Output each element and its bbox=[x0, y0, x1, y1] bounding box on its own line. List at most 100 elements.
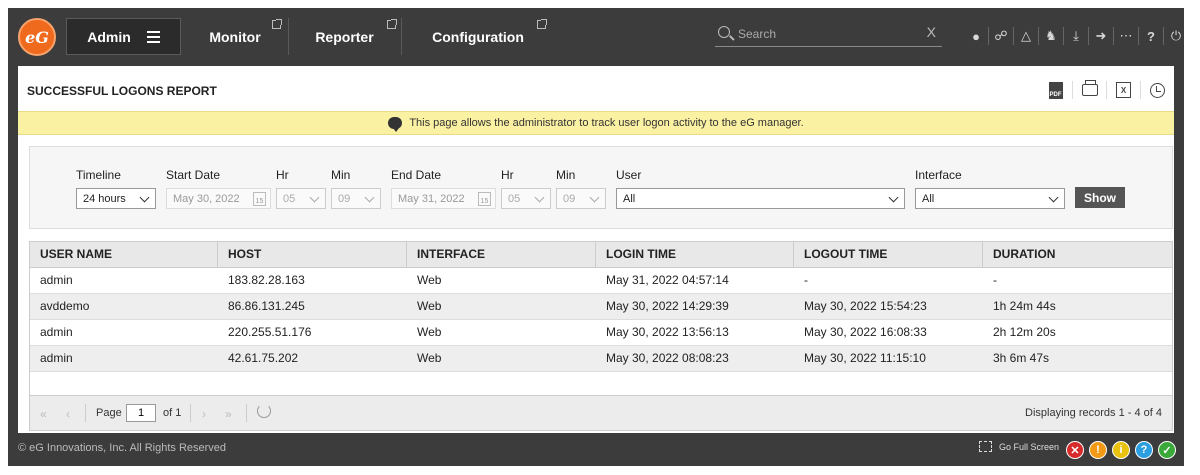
column-header-login-time[interactable]: LOGIN TIME bbox=[596, 242, 794, 267]
chevron-down-icon bbox=[364, 192, 375, 203]
end-min-select[interactable]: 09 bbox=[556, 188, 606, 209]
pdf-button[interactable]: PDF bbox=[1039, 78, 1072, 102]
search-input[interactable] bbox=[738, 26, 908, 42]
end-hr-label: Hr bbox=[501, 168, 514, 182]
end-hr-value: 05 bbox=[508, 192, 521, 205]
user-icon[interactable]: ● bbox=[964, 26, 988, 46]
link-icon[interactable]: ☍ bbox=[989, 26, 1013, 46]
major-alarm-icon[interactable]: ! bbox=[1089, 441, 1107, 459]
table-row[interactable]: admin 220.255.51.176 Web May 30, 2022 13… bbox=[30, 320, 1172, 346]
user-value: All bbox=[623, 192, 636, 205]
user-select[interactable]: All bbox=[616, 188, 905, 209]
start-date-field[interactable]: May 30, 2022 15 bbox=[166, 188, 271, 209]
records-count: Displaying records 1 - 4 of 4 bbox=[1025, 407, 1162, 419]
column-header-interface[interactable]: INTERFACE bbox=[407, 242, 596, 267]
nav-tab-monitor-label: Monitor bbox=[209, 28, 261, 45]
excel-icon: X bbox=[1116, 82, 1131, 98]
external-link-icon bbox=[387, 19, 397, 29]
search-box: X bbox=[715, 23, 942, 47]
cell-logout-time: May 30, 2022 11:15:10 bbox=[804, 351, 926, 365]
nav-tab-configuration[interactable]: Configuration bbox=[403, 18, 553, 55]
cell-interface: Web bbox=[417, 351, 442, 365]
calendar-icon[interactable]: 15 bbox=[478, 192, 491, 206]
cell-duration: 3h 6m 47s bbox=[993, 351, 1050, 365]
unknown-state-icon[interactable]: ? bbox=[1135, 441, 1153, 459]
column-header-duration[interactable]: DURATION bbox=[983, 242, 1172, 267]
nav-tab-reporter[interactable]: Reporter bbox=[290, 18, 399, 55]
cell-user-name: avddemo bbox=[40, 299, 90, 313]
column-header-logout-time[interactable]: LOGOUT TIME bbox=[794, 242, 983, 267]
cell-duration: - bbox=[993, 273, 997, 287]
search-icon[interactable] bbox=[718, 26, 730, 38]
critical-alarm-icon[interactable]: ✕ bbox=[1066, 441, 1084, 459]
interface-label: Interface bbox=[915, 168, 962, 182]
start-date-label: Start Date bbox=[166, 168, 221, 182]
end-hr-select[interactable]: 05 bbox=[501, 188, 551, 209]
cell-interface: Web bbox=[417, 273, 442, 287]
refresh-icon[interactable] bbox=[257, 404, 271, 418]
login-icon[interactable]: ➜ bbox=[1089, 26, 1113, 46]
last-page-icon[interactable]: » bbox=[225, 407, 232, 421]
column-header-user-name[interactable]: USER NAME bbox=[30, 242, 218, 267]
calendar-icon[interactable]: 15 bbox=[253, 192, 266, 206]
notice-text: This page allows the administrator to tr… bbox=[409, 117, 804, 129]
first-page-icon[interactable]: « bbox=[40, 407, 47, 421]
footer-bar: © eG Innovations, Inc. All Rights Reserv… bbox=[8, 435, 1184, 466]
interface-select[interactable]: All bbox=[915, 188, 1065, 209]
alarm-button[interactable] bbox=[1141, 78, 1174, 102]
print-icon bbox=[1081, 80, 1098, 96]
help-icon[interactable]: ? bbox=[1139, 26, 1163, 46]
normal-state-icon[interactable]: ✓ bbox=[1158, 441, 1176, 459]
power-icon[interactable]: ⏻ bbox=[1164, 26, 1188, 46]
download-icon[interactable]: ⤓ bbox=[1064, 26, 1088, 46]
nav-tab-admin-label: Admin bbox=[87, 28, 131, 45]
report-panel: SUCCESSFUL LOGONS REPORT PDF X This page… bbox=[18, 66, 1174, 433]
interface-value: All bbox=[922, 192, 935, 205]
nav-tab-admin[interactable]: Admin bbox=[66, 18, 181, 55]
end-min-label: Min bbox=[556, 168, 576, 182]
page-label: Page bbox=[96, 407, 122, 419]
end-min-value: 09 bbox=[563, 192, 576, 205]
start-hr-label: Hr bbox=[276, 168, 289, 182]
print-button[interactable] bbox=[1073, 78, 1106, 102]
fullscreen-icon bbox=[979, 441, 992, 452]
page-number-input[interactable] bbox=[126, 404, 156, 422]
more-icon[interactable]: ⋯ bbox=[1114, 26, 1138, 46]
end-date-value: May 31, 2022 bbox=[398, 192, 465, 205]
cell-logout-time: May 30, 2022 16:08:33 bbox=[804, 325, 927, 339]
timeline-select[interactable]: 24 hours bbox=[76, 188, 156, 209]
filter-panel: Timeline 24 hours Start Date May 30, 202… bbox=[29, 146, 1173, 229]
table-row[interactable]: admin 183.82.28.163 Web May 31, 2022 04:… bbox=[30, 268, 1172, 294]
start-min-select[interactable]: 09 bbox=[331, 188, 381, 209]
table-row[interactable]: admin 42.61.75.202 Web May 30, 2022 08:0… bbox=[30, 346, 1172, 372]
cell-host: 86.86.131.245 bbox=[228, 299, 305, 313]
cell-logout-time: - bbox=[804, 273, 808, 287]
minor-alarm-icon[interactable]: i bbox=[1112, 441, 1130, 459]
cell-host: 220.255.51.176 bbox=[228, 325, 312, 339]
excel-button[interactable]: X bbox=[1107, 78, 1140, 102]
table-row[interactable]: avddemo 86.86.131.245 Web May 30, 2022 1… bbox=[30, 294, 1172, 320]
app-frame: eG Admin Monitor Reporter Configuration … bbox=[8, 8, 1184, 466]
start-hr-select[interactable]: 05 bbox=[276, 188, 326, 209]
next-page-icon[interactable]: › bbox=[202, 407, 206, 421]
end-date-field[interactable]: May 31, 2022 15 bbox=[391, 188, 496, 209]
cell-login-time: May 30, 2022 08:08:23 bbox=[606, 351, 729, 365]
full-screen-button[interactable]: Go Full Screen bbox=[979, 441, 1059, 452]
page-count-label: of 1 bbox=[163, 407, 182, 419]
prev-page-icon[interactable]: ‹ bbox=[66, 407, 70, 421]
nav-tab-reporter-label: Reporter bbox=[315, 28, 374, 45]
show-button[interactable]: Show bbox=[1075, 187, 1125, 208]
pdf-icon: PDF bbox=[1048, 81, 1063, 99]
start-date-value: May 30, 2022 bbox=[173, 192, 240, 205]
alert-icon[interactable]: △ bbox=[1014, 26, 1038, 46]
export-toolbar: PDF X bbox=[1039, 76, 1174, 104]
menu-icon bbox=[146, 30, 160, 43]
chevron-down-icon bbox=[534, 192, 545, 203]
column-header-host[interactable]: HOST bbox=[218, 242, 407, 267]
full-screen-label: Go Full Screen bbox=[999, 441, 1060, 452]
nav-tab-monitor[interactable]: Monitor bbox=[183, 18, 287, 55]
bell-icon[interactable]: ♞ bbox=[1039, 26, 1063, 46]
eg-logo[interactable]: eG bbox=[18, 18, 56, 56]
search-clear-button[interactable]: X bbox=[927, 24, 936, 40]
cell-logout-time: May 30, 2022 15:54:23 bbox=[804, 299, 927, 313]
